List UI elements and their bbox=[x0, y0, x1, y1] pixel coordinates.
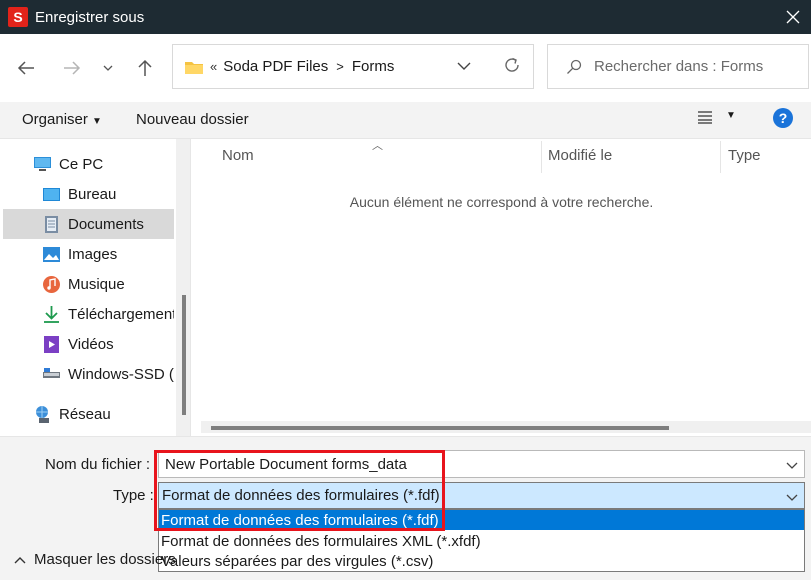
help-button[interactable]: ? bbox=[773, 108, 793, 128]
music-icon bbox=[43, 275, 60, 293]
close-button[interactable] bbox=[775, 0, 811, 34]
filetype-value: Format de données des formulaires (*.fdf… bbox=[162, 487, 440, 504]
pc-icon bbox=[34, 156, 51, 171]
network-icon bbox=[36, 405, 49, 423]
address-dropdown-button[interactable] bbox=[457, 57, 471, 74]
caret-down-icon: ▼ bbox=[726, 110, 736, 121]
images-icon bbox=[43, 246, 60, 262]
arrow-up-icon bbox=[138, 59, 152, 76]
sidebar-item-label: Musique bbox=[68, 275, 125, 293]
organize-button[interactable]: Organiser ▼ bbox=[22, 111, 102, 128]
sidebar-item-windows-ssd[interactable]: Windows-SSD (C:) bbox=[42, 359, 174, 389]
sidebar-item-label: Documents bbox=[68, 215, 144, 233]
documents-icon bbox=[45, 215, 58, 233]
column-header-type[interactable]: Type bbox=[728, 147, 761, 164]
navigation-bar: « Soda PDF Files > Forms Rechercher dans… bbox=[0, 34, 811, 102]
filename-dropdown-button[interactable] bbox=[786, 457, 798, 474]
arrow-right-icon bbox=[64, 61, 81, 75]
save-form: Nom du fichier : New Portable Document f… bbox=[0, 436, 811, 580]
sidebar-item-label: Images bbox=[68, 245, 118, 263]
column-divider[interactable] bbox=[541, 141, 542, 173]
sidebar-item-label: Réseau bbox=[59, 405, 111, 423]
recent-locations-button[interactable] bbox=[96, 54, 120, 82]
breadcrumb-soda-pdf-files[interactable]: Soda PDF Files bbox=[223, 58, 328, 75]
sidebar-item-label: Windows-SSD (C:) bbox=[68, 365, 174, 383]
search-input[interactable]: Rechercher dans : Forms bbox=[547, 44, 809, 89]
up-button[interactable] bbox=[131, 54, 159, 82]
hide-folders-button[interactable]: Masquer les dossiers bbox=[14, 551, 176, 568]
chevron-down-icon bbox=[786, 462, 798, 469]
soda-pdf-logo-icon: S bbox=[8, 7, 28, 27]
sort-ascending-icon: ︿ bbox=[372, 140, 383, 152]
sidebar-item-musique[interactable]: Musique bbox=[42, 269, 174, 299]
view-dropdown-button[interactable]: ▼ bbox=[726, 110, 736, 121]
drive-icon bbox=[43, 367, 60, 378]
window-title: Enregistrer sous bbox=[35, 8, 145, 26]
filetype-select[interactable]: Format de données des formulaires (*.fdf… bbox=[158, 482, 805, 509]
caret-down-icon: ▼ bbox=[92, 116, 102, 127]
search-icon bbox=[567, 59, 582, 74]
search-placeholder: Rechercher dans : Forms bbox=[594, 58, 764, 75]
filetype-option-xfdf[interactable]: Format de données des formulaires XML (*… bbox=[159, 531, 804, 551]
filetype-option-fdf[interactable]: Format de données des formulaires (*.fdf… bbox=[159, 510, 804, 530]
command-toolbar: Organiser ▼ Nouveau dossier ▼ ? bbox=[0, 102, 811, 139]
filetype-dropdown-list: Format de données des formulaires (*.fdf… bbox=[158, 509, 805, 572]
empty-results-message: Aucun élément ne correspond à votre rech… bbox=[349, 194, 654, 210]
column-header-modified[interactable]: Modifié le bbox=[548, 147, 612, 164]
close-icon bbox=[786, 10, 800, 24]
filetype-dropdown-button[interactable] bbox=[786, 489, 798, 506]
chevron-down-icon bbox=[786, 494, 798, 501]
title-bar: S Enregistrer sous bbox=[0, 0, 811, 34]
chevron-up-icon bbox=[14, 556, 26, 563]
sidebar-item-label: Téléchargements bbox=[68, 305, 174, 323]
sidebar-item-label: Bureau bbox=[68, 185, 117, 203]
chevron-down-icon bbox=[103, 65, 113, 71]
filetype-option-csv[interactable]: Valeurs séparées par des virgules (*.csv… bbox=[159, 551, 804, 571]
sidebar-item-reseau[interactable]: Réseau bbox=[33, 399, 173, 429]
folder-icon bbox=[185, 61, 203, 74]
filename-value: New Portable Document forms_data bbox=[165, 455, 407, 473]
filename-field[interactable]: New Portable Document forms_data bbox=[158, 450, 805, 478]
sidebar-item-label: Vidéos bbox=[68, 335, 114, 353]
list-view-icon bbox=[698, 111, 712, 124]
arrow-left-icon bbox=[17, 61, 34, 75]
videos-icon bbox=[44, 335, 59, 353]
sidebar-item-label: Ce PC bbox=[59, 155, 104, 173]
filetype-label: Type : bbox=[113, 487, 154, 504]
hide-folders-label: Masquer les dossiers bbox=[34, 551, 176, 568]
forward-button[interactable] bbox=[58, 54, 86, 82]
horizontal-scrollbar-thumb[interactable] bbox=[211, 426, 669, 430]
address-bar[interactable]: « Soda PDF Files > Forms bbox=[172, 44, 534, 89]
new-folder-button[interactable]: Nouveau dossier bbox=[136, 111, 249, 128]
file-list: ︿ Nom Modifié le Type Aucun élément ne c… bbox=[190, 139, 811, 436]
view-options-button[interactable] bbox=[697, 110, 713, 128]
sidebar-item-documents[interactable]: Documents bbox=[3, 209, 174, 239]
sidebar-item-images[interactable]: Images bbox=[42, 239, 174, 269]
column-divider[interactable] bbox=[720, 141, 721, 173]
downloads-icon bbox=[44, 305, 59, 323]
desktop-icon bbox=[43, 187, 60, 201]
column-header-name[interactable]: Nom bbox=[222, 147, 254, 164]
refresh-button[interactable] bbox=[503, 56, 521, 78]
back-button[interactable] bbox=[12, 54, 40, 82]
breadcrumb-forms[interactable]: Forms bbox=[352, 58, 395, 75]
breadcrumb-separator[interactable]: > bbox=[336, 59, 344, 74]
refresh-icon bbox=[505, 57, 519, 72]
organize-label: Organiser bbox=[22, 111, 88, 128]
filename-label: Nom du fichier : bbox=[45, 456, 151, 473]
breadcrumb-overflow[interactable]: « bbox=[210, 59, 217, 74]
sidebar-item-videos[interactable]: Vidéos bbox=[42, 329, 174, 359]
sidebar-item-ce-pc[interactable]: Ce PC bbox=[33, 149, 173, 179]
sidebar-item-bureau[interactable]: Bureau bbox=[42, 179, 174, 209]
sidebar-item-telechargements[interactable]: Téléchargements bbox=[42, 299, 174, 329]
chevron-down-icon bbox=[457, 62, 471, 70]
navigation-pane: Ce PC Bureau Documents Images Musique Té… bbox=[0, 139, 190, 436]
sidebar-scrollbar-thumb[interactable] bbox=[182, 295, 186, 415]
